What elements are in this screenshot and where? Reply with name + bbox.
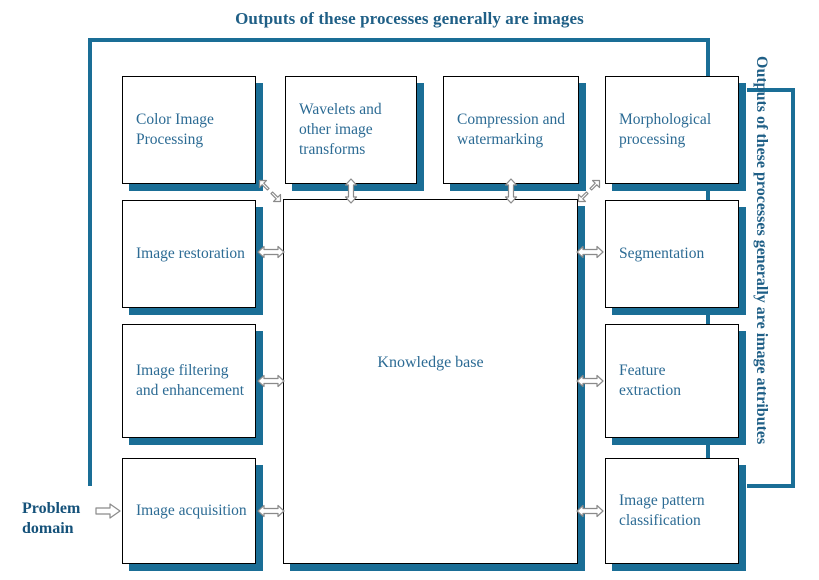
box-label: Image restoration: [136, 245, 245, 262]
process-box-image-restoration[interactable]: Image restoration: [122, 200, 256, 308]
box-label: Feature extraction: [619, 362, 681, 399]
box-label: Segmentation: [619, 245, 705, 262]
process-box-color-image-processing[interactable]: Color Image Processing: [122, 76, 256, 184]
knowledge-base-label: Knowledge base: [377, 354, 484, 371]
arrow-right-icon: [95, 501, 121, 521]
process-box-image-acquisition[interactable]: Image acquisition: [122, 458, 256, 564]
vertical-double-arrow-icon: [501, 178, 521, 204]
process-box-feature-extraction[interactable]: Feature extraction: [605, 324, 739, 438]
diagonal-double-arrow-up-right-icon: [577, 179, 601, 203]
box-label: Compression and watermarking: [457, 111, 566, 148]
horizontal-double-arrow-icon: [576, 242, 604, 262]
horizontal-double-arrow-icon: [257, 501, 285, 521]
box-label: Image filtering and enhancement: [136, 362, 245, 399]
process-box-morphological-processing[interactable]: Morphological processing: [605, 76, 739, 184]
top-caption: Outputs of these processes generally are…: [235, 9, 584, 28]
box-label: Image acquisition: [136, 502, 247, 519]
process-box-compression-watermarking[interactable]: Compression and watermarking: [443, 76, 579, 184]
vertical-double-arrow-icon: [341, 178, 361, 204]
horizontal-double-arrow-icon: [576, 501, 604, 521]
problem-domain-line-1: Problem: [22, 500, 81, 517]
process-box-segmentation[interactable]: Segmentation: [605, 200, 739, 308]
right-caption: Outputs of these processes generally are…: [753, 56, 770, 445]
process-box-image-pattern-classification[interactable]: Image pattern classification: [605, 458, 739, 564]
box-label: Image pattern classification: [619, 492, 705, 529]
diagonal-double-arrow-up-left-icon: [258, 179, 282, 203]
horizontal-double-arrow-icon: [257, 371, 285, 391]
process-box-wavelets-transforms[interactable]: Wavelets and other image transforms: [285, 76, 417, 184]
box-label: Morphological processing: [619, 111, 712, 148]
horizontal-double-arrow-icon: [576, 371, 604, 391]
knowledge-base-box[interactable]: Knowledge base: [283, 199, 578, 564]
process-box-image-filtering-enhancement[interactable]: Image filtering and enhancement: [122, 324, 256, 438]
horizontal-double-arrow-icon: [257, 242, 285, 262]
box-label: Color Image Processing: [136, 111, 214, 148]
problem-domain-line-2: domain: [22, 520, 74, 537]
box-label: Wavelets and other image transforms: [299, 101, 382, 158]
problem-domain-label: Problem domain: [22, 499, 96, 539]
